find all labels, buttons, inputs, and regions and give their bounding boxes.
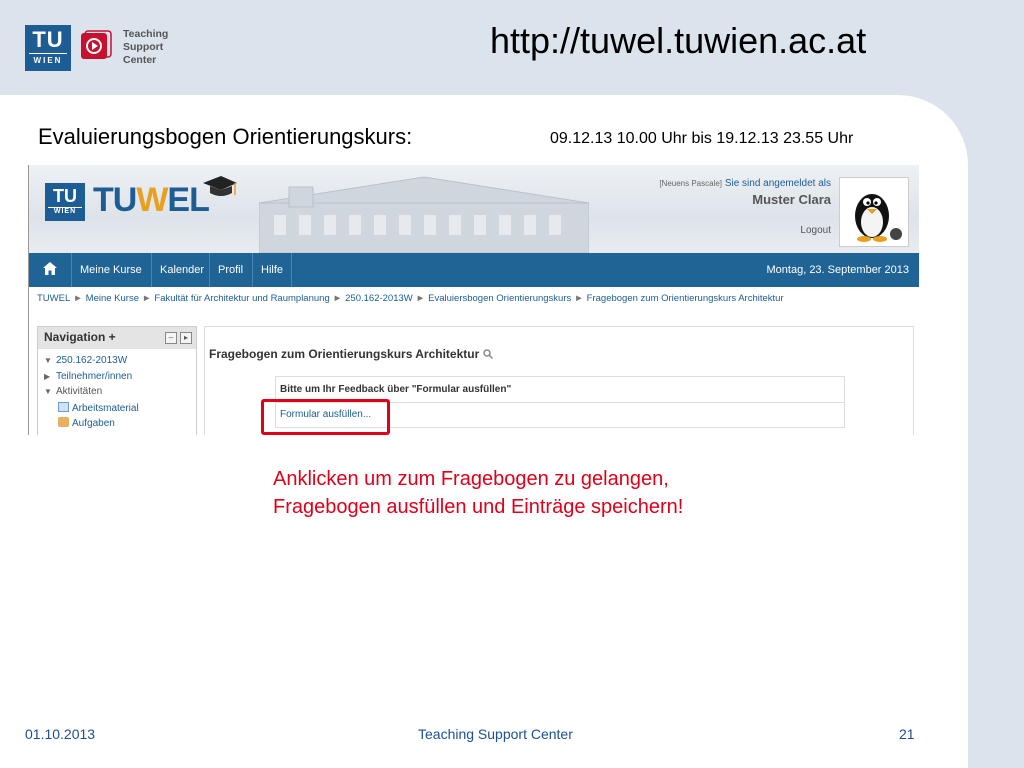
tree-item-resources[interactable]: Arbeitsmaterial [58, 402, 139, 414]
expanded-triangle-icon: ▼ [44, 356, 52, 365]
tuwel-tu-text: TU [53, 186, 77, 206]
tree-item-resources-label: Arbeitsmaterial [72, 403, 139, 414]
tuwel-navbar: Meine Kurse Kalender Profil Hilfe Montag… [29, 253, 919, 287]
tree-item-course[interactable]: ▼ 250.162-2013W [44, 355, 127, 366]
breadcrumb-tuwel[interactable]: TUWEL [37, 293, 70, 304]
breadcrumb-fakultaet[interactable]: Fakultät für Architektur und Raumplanung [154, 293, 329, 304]
tsc-line-3: Center [123, 54, 157, 66]
instruction-line-1: Anklicken um zum Fragebogen zu gelangen, [273, 468, 669, 490]
tsc-line-2: Support [123, 41, 164, 53]
login-badge[interactable]: [Neuens Pascale] [659, 179, 722, 188]
search-icon[interactable] [482, 349, 493, 360]
assignment-icon [58, 417, 69, 427]
breadcrumb-separator-icon: ► [415, 293, 426, 304]
minimize-block-icon[interactable]: – [165, 332, 177, 344]
slide-url[interactable]: http://tuwel.tuwien.ac.at [490, 20, 866, 62]
login-user-name[interactable]: Muster Clara [629, 192, 831, 207]
home-button[interactable] [29, 253, 72, 287]
breadcrumb-separator-icon: ► [574, 293, 584, 304]
breadcrumb-course[interactable]: 250.162-2013W [345, 293, 413, 304]
tuwel-wordmark[interactable]: TUWEL [93, 181, 210, 220]
teaching-support-center-label: Teaching Support Center [123, 28, 168, 67]
nav-profil[interactable]: Profil [210, 253, 253, 287]
teaching-support-center-icon [81, 30, 112, 59]
breadcrumb-fragebogen[interactable]: Fragebogen zum Orientierungskurs Archite… [587, 293, 784, 304]
wien-logo-text: WIEN [29, 53, 67, 65]
page-title: Fragebogen zum Orientierungskurs Archite… [209, 347, 493, 361]
tree-item-participants-label: Teilnehmer/innen [56, 371, 133, 382]
tree-item-course-label: 250.162-2013W [56, 355, 128, 366]
tree-item-assignments[interactable]: Aufgaben [58, 417, 115, 429]
page-title-text: Fragebogen zum Orientierungskurs Archite… [209, 347, 480, 361]
login-info: [Neuens Pascale] Sie sind angemeldet als [569, 178, 831, 189]
feedback-title: Bitte um Ihr Feedback über "Formular aus… [280, 384, 512, 395]
breadcrumb-separator-icon: ► [332, 293, 343, 304]
footer-date: 01.10.2013 [25, 726, 96, 742]
tu-logo-text: TU [32, 27, 64, 52]
navigation-block-title[interactable]: Navigation + [44, 330, 116, 344]
breadcrumb-separator-icon: ► [73, 293, 83, 304]
tu-wien-logo: TU WIEN [25, 25, 71, 71]
breadcrumb-evaluierung[interactable]: Evaluiersbogen Orientierungskurs [428, 293, 571, 304]
instruction-annotation: Anklicken um zum Fragebogen zu gelangen,… [273, 465, 683, 521]
expanded-triangle-icon: ▼ [44, 387, 52, 396]
tree-item-activities-label: Aktivitäten [56, 386, 103, 397]
navigation-block-header: Navigation + – ▸ [38, 327, 196, 349]
tuwel-screenshot: TU WIEN TUWEL [Neuens Pascale] Sie sind … [28, 165, 919, 435]
dock-block-icon[interactable]: ▸ [180, 332, 192, 344]
building-background-image [259, 176, 589, 253]
breadcrumb-separator-icon: ► [142, 293, 152, 304]
tree-item-assignments-label: Aufgaben [72, 418, 115, 429]
tree-item-activities[interactable]: ▼ Aktivitäten [44, 386, 102, 397]
breadcrumb-meine-kurse[interactable]: Meine Kurse [86, 293, 139, 304]
tuwel-wordmark-w: W [136, 181, 168, 219]
logout-link[interactable]: Logout [729, 225, 831, 236]
nav-kalender[interactable]: Kalender [152, 253, 210, 287]
tuwel-tu-logo[interactable]: TU WIEN [45, 183, 85, 221]
nav-hilfe[interactable]: Hilfe [253, 253, 292, 287]
user-avatar[interactable] [839, 177, 909, 247]
slide-dates: 09.12.13 10.00 Uhr bis 19.12.13 23.55 Uh… [550, 130, 854, 147]
slide-heading: Evaluierungsbogen Orientierungskurs: [38, 124, 413, 149]
instruction-line-2: Fragebogen ausfüllen und Einträge speich… [273, 496, 684, 518]
collapsed-triangle-icon: ▶ [44, 372, 51, 381]
tuwel-wien-text: WIEN [48, 207, 82, 215]
graduation-cap-icon [203, 176, 237, 196]
home-icon [43, 262, 57, 275]
tuwel-header: TU WIEN TUWEL [Neuens Pascale] Sie sind … [29, 165, 919, 253]
breadcrumb: TUWEL ► Meine Kurse ► Fakultät für Architekt… [37, 293, 784, 304]
footer-center: Teaching Support Center [418, 726, 573, 742]
login-text: Sie sind angemeldet als [724, 178, 831, 189]
current-date: Montag, 23. September 2013 [766, 264, 909, 276]
highlight-box [261, 399, 390, 435]
navigation-block: Navigation + – ▸ ▼ 250.162-2013W ▶ Teilneh… [37, 326, 197, 435]
tree-item-participants[interactable]: ▶ Teilnehmer/innen [44, 371, 132, 382]
tuwel-wordmark-prefix: TU [93, 181, 137, 219]
footer-page-number: 21 [899, 726, 915, 742]
resource-icon [58, 402, 69, 412]
nav-meine-kurse[interactable]: Meine Kurse [72, 253, 152, 287]
tsc-line-1: Teaching [123, 28, 169, 40]
